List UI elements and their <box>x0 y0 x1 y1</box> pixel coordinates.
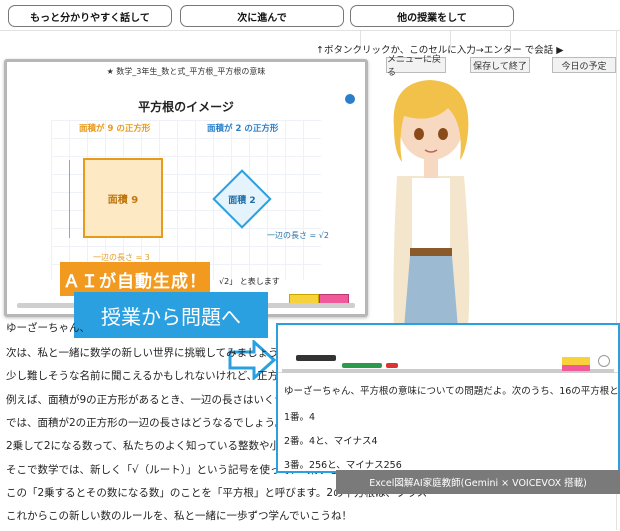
area9-label: 面積が 9 の正方形 <box>79 124 151 134</box>
lesson-line: これからこの新しい数のルールを、私と一緒に一歩ずつ学んでいこうね！ <box>6 510 352 522</box>
quiz-question: ゆーざーちゃん、平方根の意味についての問題だよ。次のうち、16の平方根として正し… <box>284 386 619 397</box>
popup-eraser-pink-icon <box>562 365 590 371</box>
square-9-text: 面積 9 <box>107 194 139 206</box>
today-schedule-button[interactable]: 今日の予定 <box>552 57 616 73</box>
banner-ai-generated: ＡＩが自動生成！ <box>60 262 210 296</box>
side-length-label: 一辺の長さ = √2 <box>267 231 329 240</box>
popup-knob-icon <box>598 355 610 367</box>
caption-bar: Excel図解AI家庭教師(Gemini × VOICEVOX 搭載) <box>336 470 620 494</box>
banner-bottom-text: 授業から問題へ <box>101 304 241 329</box>
caption-text: Excel図解AI家庭教師(Gemini × VOICEVOX 搭載) <box>369 478 587 489</box>
banner-lesson-to-quiz: 授業から問題へ <box>74 292 268 338</box>
banner-top-text: ＡＩが自動生成！ <box>63 271 207 292</box>
square-9: 面積 9 <box>83 158 163 238</box>
lesson-line: では、面積が2の正方形の一辺の長さはどうなるでしょう。 <box>6 417 286 429</box>
tutor-character <box>393 80 470 328</box>
marker-black-icon <box>296 355 336 361</box>
square-2-text: 面積 2 <box>228 196 256 206</box>
explain-more-button[interactable]: もっと分かりやすく話して <box>8 5 172 27</box>
other-lesson-button[interactable]: 他の授業をして <box>350 5 514 27</box>
area2-label: 面積が 2 の正方形 <box>207 124 279 134</box>
quiz-option[interactable]: 1番。4 <box>284 409 315 423</box>
lesson-line: ゆーざーちゃん、 <box>6 322 90 334</box>
slide-title: 平方根のイメージ <box>138 100 234 114</box>
quiz-option[interactable]: 2番。4と、マイナス4 <box>284 433 378 447</box>
quiz-option[interactable]: 3番。256と、マイナス256 <box>284 457 402 471</box>
marker-red-icon <box>386 363 398 368</box>
blue-dot-icon <box>345 94 355 104</box>
quiz-popup: ゆーざーちゃん、平方根の意味についての問題だよ。次のうち、16の平方根として正し… <box>276 323 620 473</box>
next-button[interactable]: 次に進んで <box>180 5 344 27</box>
height-arrow <box>69 160 70 238</box>
marker-green-icon <box>342 363 382 368</box>
lesson-header: ★ 数学_3年生_数と式_平方根_平方根の意味 <box>106 67 266 76</box>
slide-footer: √2」 と表します <box>219 277 280 286</box>
